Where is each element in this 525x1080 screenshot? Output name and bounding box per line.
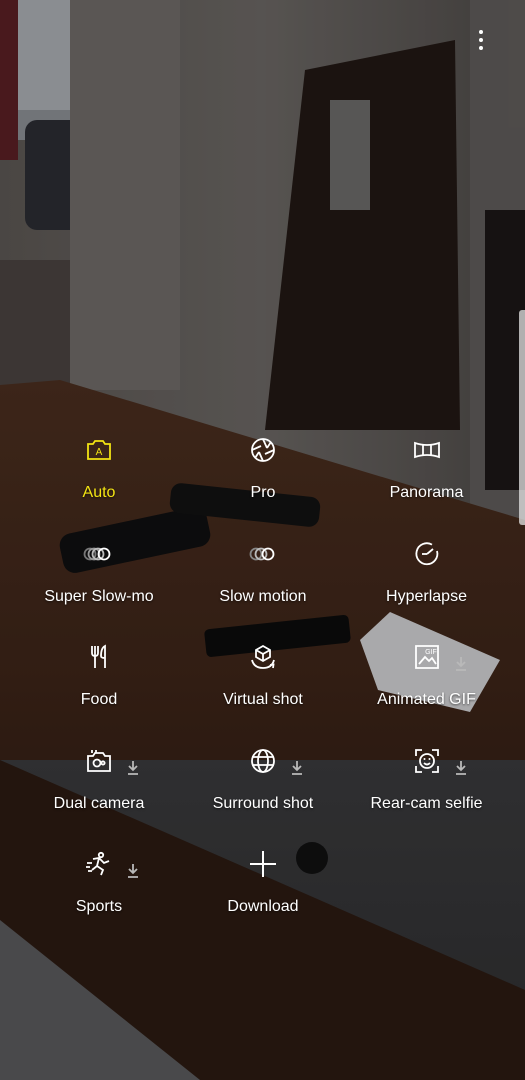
download-badge-icon <box>291 760 303 775</box>
plus-icon <box>243 844 283 884</box>
panorama-icon <box>407 430 447 470</box>
mode-label: Dual camera <box>53 794 145 812</box>
more-vertical-icon <box>479 30 483 34</box>
gif-icon: GIF <box>407 637 466 677</box>
mode-hyperlapse[interactable]: Hyperlapse <box>345 534 508 638</box>
svg-text:GIF: GIF <box>425 649 437 656</box>
edge-panel-handle[interactable] <box>519 310 525 525</box>
rear-cam-selfie-icon <box>407 741 466 781</box>
mode-dual-camera[interactable]: Dual camera <box>17 741 181 845</box>
mode-label: Download <box>227 898 299 915</box>
download-badge-icon <box>127 864 139 878</box>
more-options-button[interactable] <box>466 22 496 58</box>
mode-label: Animated GIF <box>377 691 476 708</box>
mode-animated-gif[interactable]: GIF Animated GIF <box>345 637 508 741</box>
food-icon <box>79 637 119 677</box>
aperture-icon <box>243 430 283 470</box>
surround-shot-icon <box>243 741 302 781</box>
sports-icon <box>79 844 138 884</box>
mode-label: Rear-cam selfie <box>370 794 483 812</box>
mode-label: Super Slow-mo <box>44 587 154 605</box>
dual-camera-icon <box>79 741 138 781</box>
auto-camera-icon: A <box>79 430 119 470</box>
mode-label: Panorama <box>389 484 464 501</box>
mode-label: Food <box>80 691 118 708</box>
svg-text:A: A <box>96 447 103 458</box>
super-slow-mo-icon <box>79 534 119 574</box>
mode-download[interactable]: Download <box>181 844 345 948</box>
hyperlapse-icon <box>407 534 447 574</box>
mode-label: Auto <box>82 484 116 501</box>
mode-label: Slow motion <box>219 587 307 605</box>
mode-label: Hyperlapse <box>386 587 467 605</box>
mode-surround-shot[interactable]: Surround shot <box>181 741 345 845</box>
mode-rear-cam-selfie[interactable]: Rear-cam selfie <box>345 741 508 845</box>
mode-virtual-shot[interactable]: Virtual shot <box>181 637 345 741</box>
virtual-shot-icon <box>243 637 283 677</box>
mode-sports[interactable]: Sports <box>17 844 181 948</box>
download-badge-icon <box>127 760 139 775</box>
slow-motion-icon <box>243 534 283 574</box>
mode-auto[interactable]: A Auto <box>17 430 181 534</box>
download-badge-icon <box>455 657 467 671</box>
camera-mode-grid: A Auto Pro Panorama Super Slow-mo Slow m… <box>17 430 508 948</box>
mode-pro[interactable]: Pro <box>181 430 345 534</box>
mode-label: Virtual shot <box>223 691 303 708</box>
mode-food[interactable]: Food <box>17 637 181 741</box>
mode-label: Pro <box>250 484 276 501</box>
mode-label: Sports <box>75 898 123 915</box>
mode-slow-motion[interactable]: Slow motion <box>181 534 345 638</box>
download-badge-icon <box>455 760 467 775</box>
mode-label: Surround shot <box>212 794 314 812</box>
mode-panorama[interactable]: Panorama <box>345 430 508 534</box>
mode-super-slow-mo[interactable]: Super Slow-mo <box>17 534 181 638</box>
